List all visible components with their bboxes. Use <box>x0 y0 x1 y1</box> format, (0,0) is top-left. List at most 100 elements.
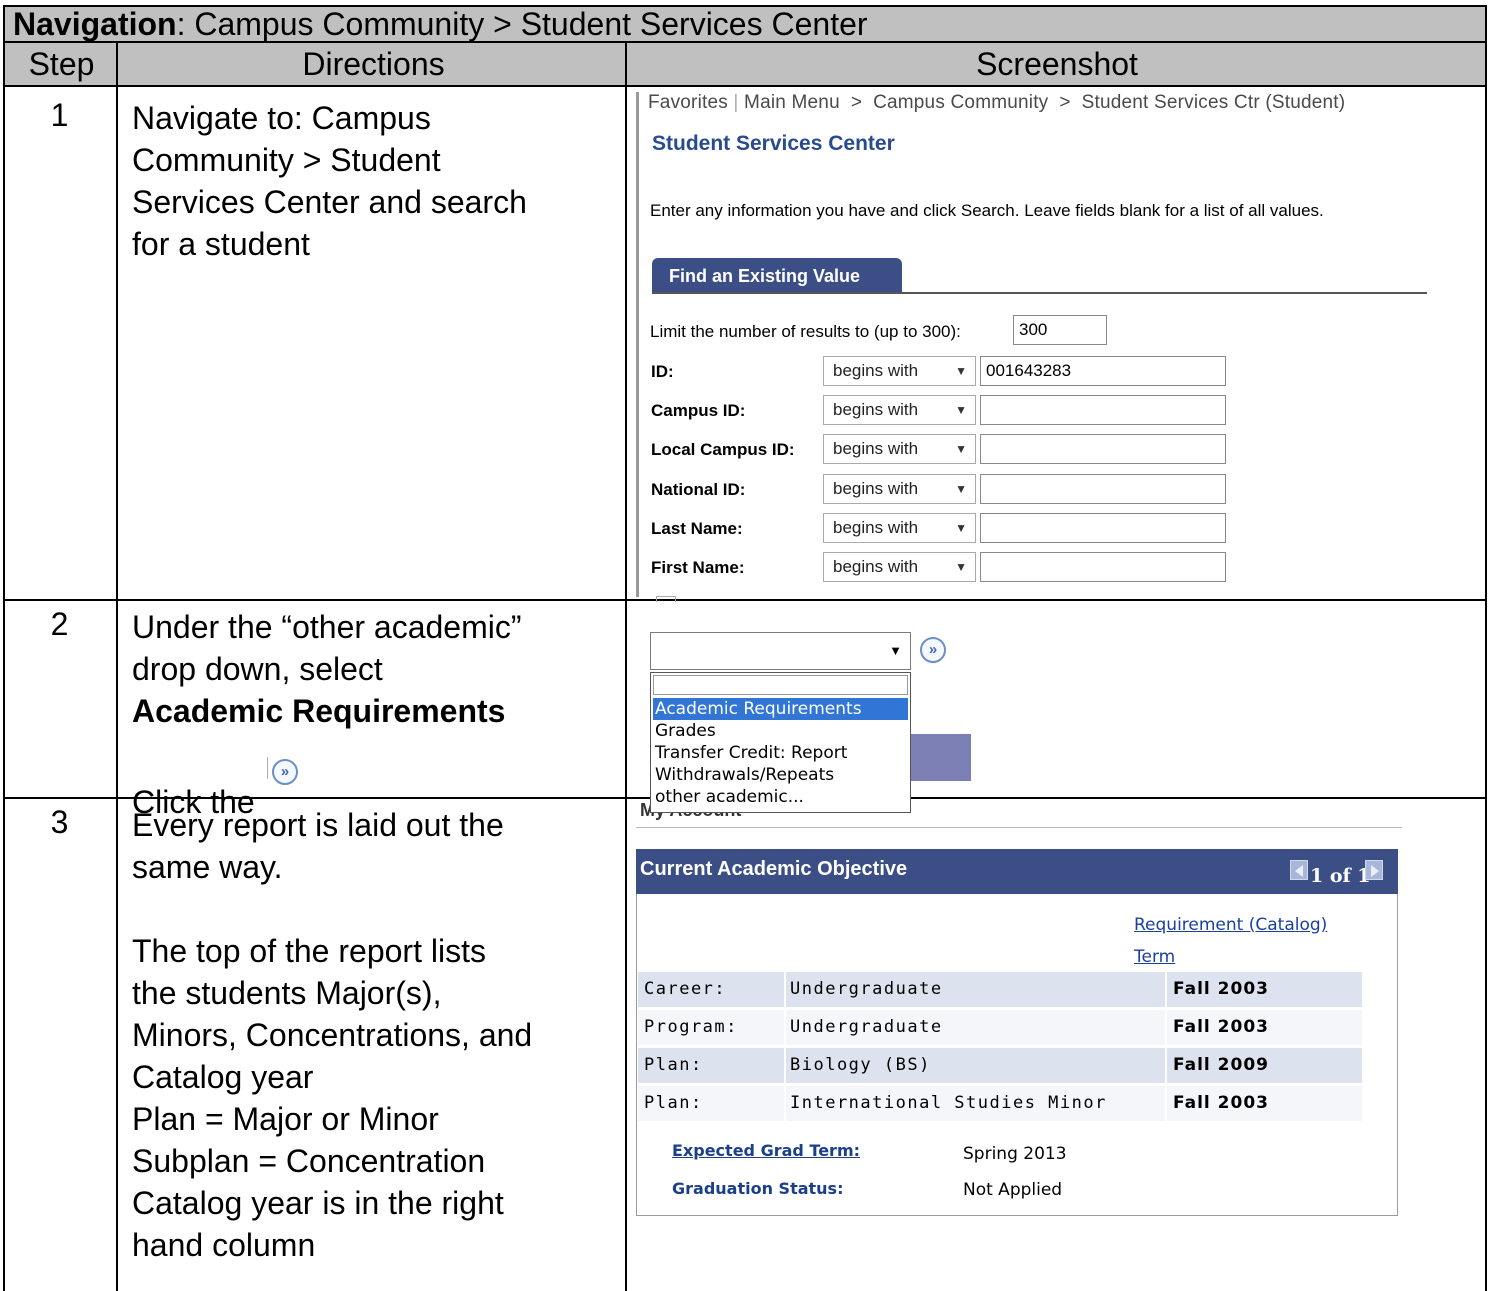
national-id-input[interactable] <box>980 474 1226 504</box>
direction-line-bold: Academic Requirements <box>132 693 506 729</box>
term-link[interactable]: Term <box>1134 947 1175 967</box>
inline-icon-edge <box>267 757 269 779</box>
direction-line: Plan = Major or Minor <box>132 1101 439 1137</box>
local-campus-id-input[interactable] <box>980 434 1226 464</box>
direction-spacer <box>132 888 612 930</box>
dropdown-option-other-academic[interactable]: other academic... <box>655 786 804 808</box>
breadcrumb-separator: > <box>850 92 863 113</box>
step-2-directions: Under the “other academic” drop down, se… <box>132 606 612 732</box>
other-academic-select[interactable]: ▼ <box>650 632 911 670</box>
first-name-input[interactable] <box>980 552 1226 582</box>
page-title: Student Services Center <box>652 132 895 155</box>
row-label: Program: <box>644 1017 738 1037</box>
graduation-status-label: Graduation Status: <box>672 1179 844 1198</box>
expected-grad-term-label[interactable]: Expected Grad Term: <box>672 1141 860 1160</box>
checkbox-partial[interactable] <box>656 596 676 602</box>
chevron-down-icon: ▼ <box>955 521 967 535</box>
breadcrumb-main-menu[interactable]: Main Menu <box>744 92 840 113</box>
direction-line: same way. <box>132 849 283 885</box>
arrow-left-icon <box>1295 865 1303 877</box>
dropdown-options-list: Academic Requirements Grades Transfer Cr… <box>650 672 911 813</box>
row-value: Undergraduate <box>790 979 943 999</box>
row-label: Plan: <box>644 1055 703 1075</box>
cell-divider <box>784 1086 786 1121</box>
column-divider-1 <box>116 43 118 1291</box>
row-value: Undergraduate <box>790 1017 943 1037</box>
navigation-header: Navigation: Campus Community > Student S… <box>3 5 1487 43</box>
graduation-status-value: Not Applied <box>963 1180 1063 1200</box>
cell-divider <box>1165 1048 1167 1083</box>
id-label: ID: <box>651 362 674 381</box>
arrow-right-icon <box>1371 865 1379 877</box>
row-term: Fall 2003 <box>1173 1093 1269 1113</box>
go-arrow-icon: » <box>272 759 298 785</box>
dropdown-option-grades[interactable]: Grades <box>655 720 716 742</box>
direction-line: The top of the report lists <box>132 933 486 969</box>
tab-underline <box>652 292 1427 294</box>
direction-line: for a student <box>132 226 310 262</box>
next-page-button[interactable] <box>1365 860 1383 880</box>
row-value: Biology (BS) <box>790 1055 931 1075</box>
row-divider-1 <box>3 599 1487 601</box>
table-border-right <box>1485 43 1487 1291</box>
previous-page-button[interactable] <box>1290 860 1308 880</box>
go-arrow-button[interactable]: » <box>920 637 946 663</box>
dropdown-option-transfer-credit[interactable]: Transfer Credit: Report <box>655 742 847 764</box>
breadcrumb-current[interactable]: Student Services Ctr (Student) <box>1082 92 1346 113</box>
row-term: Fall 2003 <box>1173 979 1269 999</box>
breadcrumb: Favorites | Main Menu > Campus Community… <box>648 92 1346 113</box>
limit-input[interactable]: 300 <box>1013 315 1107 345</box>
navigation-label: Navigation <box>13 6 177 42</box>
breadcrumb-campus-community[interactable]: Campus Community <box>873 92 1048 113</box>
cell-divider <box>784 972 786 1007</box>
direction-line: Subplan = Concentration <box>132 1143 486 1179</box>
local-campus-id-label: Local Campus ID: <box>651 440 795 459</box>
step-number-1: 1 <box>50 97 69 133</box>
dropdown-option-academic-requirements[interactable]: Academic Requirements <box>653 698 908 720</box>
direction-line: Minors, Concentrations, and <box>132 1017 533 1053</box>
operator-value: begins with <box>833 518 919 537</box>
navigation-path: : Campus Community > Student Services Ce… <box>176 6 868 42</box>
direction-line: Under the “other academic” <box>132 609 522 645</box>
operator-value: begins with <box>833 400 919 419</box>
header-directions: Directions <box>302 46 445 82</box>
id-operator-select[interactable]: begins with ▼ <box>823 356 976 386</box>
direction-line: Community > Student <box>132 142 441 178</box>
dropdown-option-withdrawals[interactable]: Withdrawals/Repeats <box>655 764 834 786</box>
campus-id-operator-select[interactable]: begins with ▼ <box>823 395 976 425</box>
chevron-down-icon: ▼ <box>955 560 967 574</box>
objective-row: Plan: Biology (BS) Fall 2009 <box>638 1048 1362 1083</box>
first-name-label: First Name: <box>651 558 745 577</box>
objective-title: Current Academic Objective <box>640 858 908 880</box>
direction-line: the students Major(s), <box>132 975 442 1011</box>
step-number-3: 3 <box>50 804 69 840</box>
local-campus-id-operator-select[interactable]: begins with ▼ <box>823 434 976 464</box>
cell-divider <box>784 1048 786 1083</box>
first-name-operator-select[interactable]: begins with ▼ <box>823 552 976 582</box>
id-input[interactable]: 001643283 <box>980 356 1226 386</box>
breadcrumb-favorites[interactable]: Favorites <box>648 92 728 113</box>
operator-value: begins with <box>833 557 919 576</box>
dropdown-option-blank[interactable] <box>653 675 908 695</box>
row-label: Plan: <box>644 1093 703 1113</box>
objective-row: Program: Undergraduate Fall 2003 <box>638 1010 1362 1045</box>
direction-line: Catalog year is in the right <box>132 1185 504 1221</box>
requirement-catalog-link[interactable]: Requirement (Catalog) <box>1134 915 1327 935</box>
direction-line: Navigate to: Campus <box>132 100 431 136</box>
national-id-operator-select[interactable]: begins with ▼ <box>823 474 976 504</box>
expected-grad-term-value: Spring 2013 <box>963 1144 1067 1164</box>
chevron-down-icon: ▼ <box>955 364 967 378</box>
chevron-down-icon: ▼ <box>955 482 967 496</box>
last-name-input[interactable] <box>980 513 1226 543</box>
tab-find-existing-value[interactable]: Find an Existing Value <box>652 258 902 294</box>
direction-line: Services Center and search <box>132 184 527 220</box>
step-1-directions: Navigate to: Campus Community > Student … <box>132 97 612 265</box>
last-name-operator-select[interactable]: begins with ▼ <box>823 513 976 543</box>
limit-label: Limit the number of results to (up to 30… <box>650 322 961 341</box>
direction-line: hand column <box>132 1227 316 1263</box>
direction-line: Every report is laid out the <box>132 807 504 843</box>
objective-row: Career: Undergraduate Fall 2003 <box>638 972 1362 1007</box>
header-step: Step <box>28 46 95 82</box>
row-label: Career: <box>644 979 727 999</box>
campus-id-input[interactable] <box>980 395 1226 425</box>
